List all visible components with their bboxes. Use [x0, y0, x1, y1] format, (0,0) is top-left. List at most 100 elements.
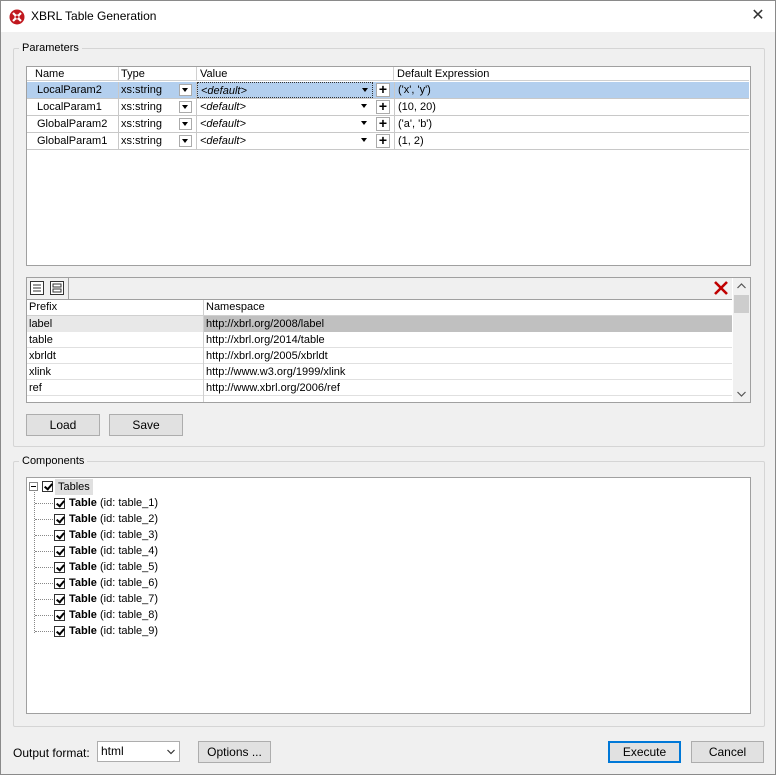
tree-item-table[interactable]: Table (id: table_2) — [69, 511, 158, 527]
param-value-select[interactable]: <default> — [197, 133, 373, 149]
namespace-scrollbar[interactable] — [733, 278, 750, 402]
execute-button[interactable]: Execute — [608, 741, 681, 763]
value-dropdown-icon[interactable] — [359, 101, 372, 113]
save-button[interactable]: Save — [109, 414, 183, 436]
col-header-namespace[interactable]: Namespace — [204, 300, 732, 316]
table-checkbox[interactable] — [54, 498, 65, 509]
ns-prefix[interactable]: xbrldt — [27, 348, 204, 364]
param-default-expr: (1, 2) — [394, 133, 749, 149]
param-name[interactable]: GlobalParam1 — [27, 133, 119, 149]
param-value-select[interactable]: <default> — [197, 82, 373, 98]
namespace-row[interactable] — [27, 396, 732, 402]
param-type: xs:string — [121, 118, 162, 130]
col-header-type[interactable]: Type — [119, 67, 197, 81]
namespace-grid: Prefix Namespace label http://xbrl.org/20… — [26, 277, 751, 403]
param-type-select[interactable]: xs:string — [119, 116, 197, 132]
cancel-button[interactable]: Cancel — [691, 741, 764, 763]
ns-uri[interactable]: http://www.w3.org/1999/xlink — [204, 364, 732, 380]
table-checkbox[interactable] — [54, 514, 65, 525]
param-type: xs:string — [121, 135, 162, 147]
tree-item-table[interactable]: Table (id: table_6) — [69, 575, 158, 591]
output-format-select[interactable]: html — [97, 741, 180, 762]
scroll-thumb[interactable] — [734, 295, 749, 313]
param-type-select[interactable]: xs:string — [119, 99, 197, 115]
param-name[interactable]: LocalParam1 — [27, 99, 119, 115]
namespace-row[interactable]: xlink http://www.w3.org/1999/xlink — [27, 364, 732, 380]
param-type-select[interactable]: xs:string — [119, 82, 197, 98]
ns-prefix[interactable]: table — [27, 332, 204, 348]
add-value-icon[interactable]: + — [376, 116, 390, 131]
ns-uri[interactable]: http://xbrl.org/2005/xbrldt — [204, 348, 732, 364]
namespace-row[interactable]: label http://xbrl.org/2008/label — [27, 316, 732, 332]
tree-item-id: (id: table_1) — [96, 497, 159, 509]
ns-prefix[interactable]: label — [27, 316, 204, 332]
col-header-prefix[interactable]: Prefix — [27, 300, 204, 316]
tree-item-table[interactable]: Table (id: table_4) — [69, 543, 158, 559]
tree-item-id: (id: table_7) — [96, 593, 159, 605]
tree-item-kind: Table — [69, 545, 97, 557]
ns-uri[interactable] — [204, 396, 732, 402]
tree-item-table[interactable]: Table (id: table_8) — [69, 607, 158, 623]
tree-item-table[interactable]: Table (id: table_7) — [69, 591, 158, 607]
param-name[interactable]: LocalParam2 — [27, 82, 119, 98]
add-value-icon[interactable]: + — [376, 99, 390, 114]
tree-item-table[interactable]: Table (id: table_1) — [69, 495, 158, 511]
tree-item-table[interactable]: Table (id: table_5) — [69, 559, 158, 575]
xbrl-app-icon — [9, 9, 25, 25]
param-row[interactable]: LocalParam2 xs:string <default> + ('x', 'y') — [27, 82, 749, 99]
param-row[interactable]: LocalParam1 xs:string <default> + (10, 20) — [27, 99, 749, 116]
ns-uri[interactable]: http://xbrl.org/2008/label — [204, 316, 732, 332]
type-dropdown-icon[interactable] — [179, 135, 192, 147]
table-checkbox[interactable] — [54, 562, 65, 573]
col-header-name[interactable]: Name — [27, 67, 119, 81]
load-button[interactable]: Load — [26, 414, 100, 436]
param-name[interactable]: GlobalParam2 — [27, 116, 119, 132]
param-type-select[interactable]: xs:string — [119, 133, 197, 149]
tree-root-tables[interactable]: Tables — [55, 479, 93, 495]
ns-prefix[interactable] — [27, 396, 204, 402]
scroll-up-icon[interactable] — [737, 283, 746, 289]
type-dropdown-icon[interactable] — [179, 118, 192, 130]
table-checkbox[interactable] — [54, 530, 65, 541]
tree-item-table[interactable]: Table (id: table_3) — [69, 527, 158, 543]
insert-row-icon[interactable] — [29, 280, 45, 296]
options-button[interactable]: Options ... — [198, 741, 271, 763]
tables-checkbox[interactable] — [42, 481, 53, 492]
table-checkbox[interactable] — [54, 610, 65, 621]
collapse-icon[interactable] — [29, 482, 38, 491]
table-checkbox[interactable] — [54, 578, 65, 589]
tree-item-table[interactable]: Table (id: table_9) — [69, 623, 158, 639]
table-checkbox[interactable] — [54, 546, 65, 557]
close-icon[interactable]: ✕ — [749, 7, 767, 25]
ns-prefix[interactable]: xlink — [27, 364, 204, 380]
param-value-select[interactable]: <default> — [197, 99, 373, 115]
components-tree: Tables Table (id: table_1) Table (id: tab… — [26, 477, 751, 714]
col-header-value[interactable]: Value — [197, 67, 394, 81]
ns-prefix[interactable]: ref — [27, 380, 204, 396]
value-dropdown-icon[interactable] — [360, 85, 373, 97]
param-row[interactable]: GlobalParam2 xs:string <default> + ('a', 'b'… — [27, 116, 749, 133]
ns-uri[interactable]: http://xbrl.org/2014/table — [204, 332, 732, 348]
namespace-row[interactable]: table http://xbrl.org/2014/table — [27, 332, 732, 348]
append-row-icon[interactable] — [49, 280, 65, 296]
tree-item-id: (id: table_8) — [96, 609, 159, 621]
delete-row-icon[interactable] — [713, 280, 729, 296]
col-header-default-expression[interactable]: Default Expression — [394, 67, 749, 81]
param-type: xs:string — [121, 101, 162, 113]
value-dropdown-icon[interactable] — [359, 135, 372, 147]
param-row[interactable]: GlobalParam1 xs:string <default> + (1, 2) — [27, 133, 749, 150]
ns-uri[interactable]: http://www.xbrl.org/2006/ref — [204, 380, 732, 396]
type-dropdown-icon[interactable] — [179, 84, 192, 96]
type-dropdown-icon[interactable] — [179, 101, 192, 113]
namespace-row[interactable]: xbrldt http://xbrl.org/2005/xbrldt — [27, 348, 732, 364]
tree-item-kind: Table — [69, 625, 97, 637]
param-value-select[interactable]: <default> — [197, 116, 373, 132]
namespace-row[interactable]: ref http://www.xbrl.org/2006/ref — [27, 380, 732, 396]
table-checkbox[interactable] — [54, 594, 65, 605]
add-value-icon[interactable]: + — [376, 133, 390, 148]
scroll-down-icon[interactable] — [737, 391, 746, 397]
add-value-icon[interactable]: + — [376, 82, 390, 97]
tree-item-kind: Table — [69, 497, 97, 509]
value-dropdown-icon[interactable] — [359, 118, 372, 130]
table-checkbox[interactable] — [54, 626, 65, 637]
